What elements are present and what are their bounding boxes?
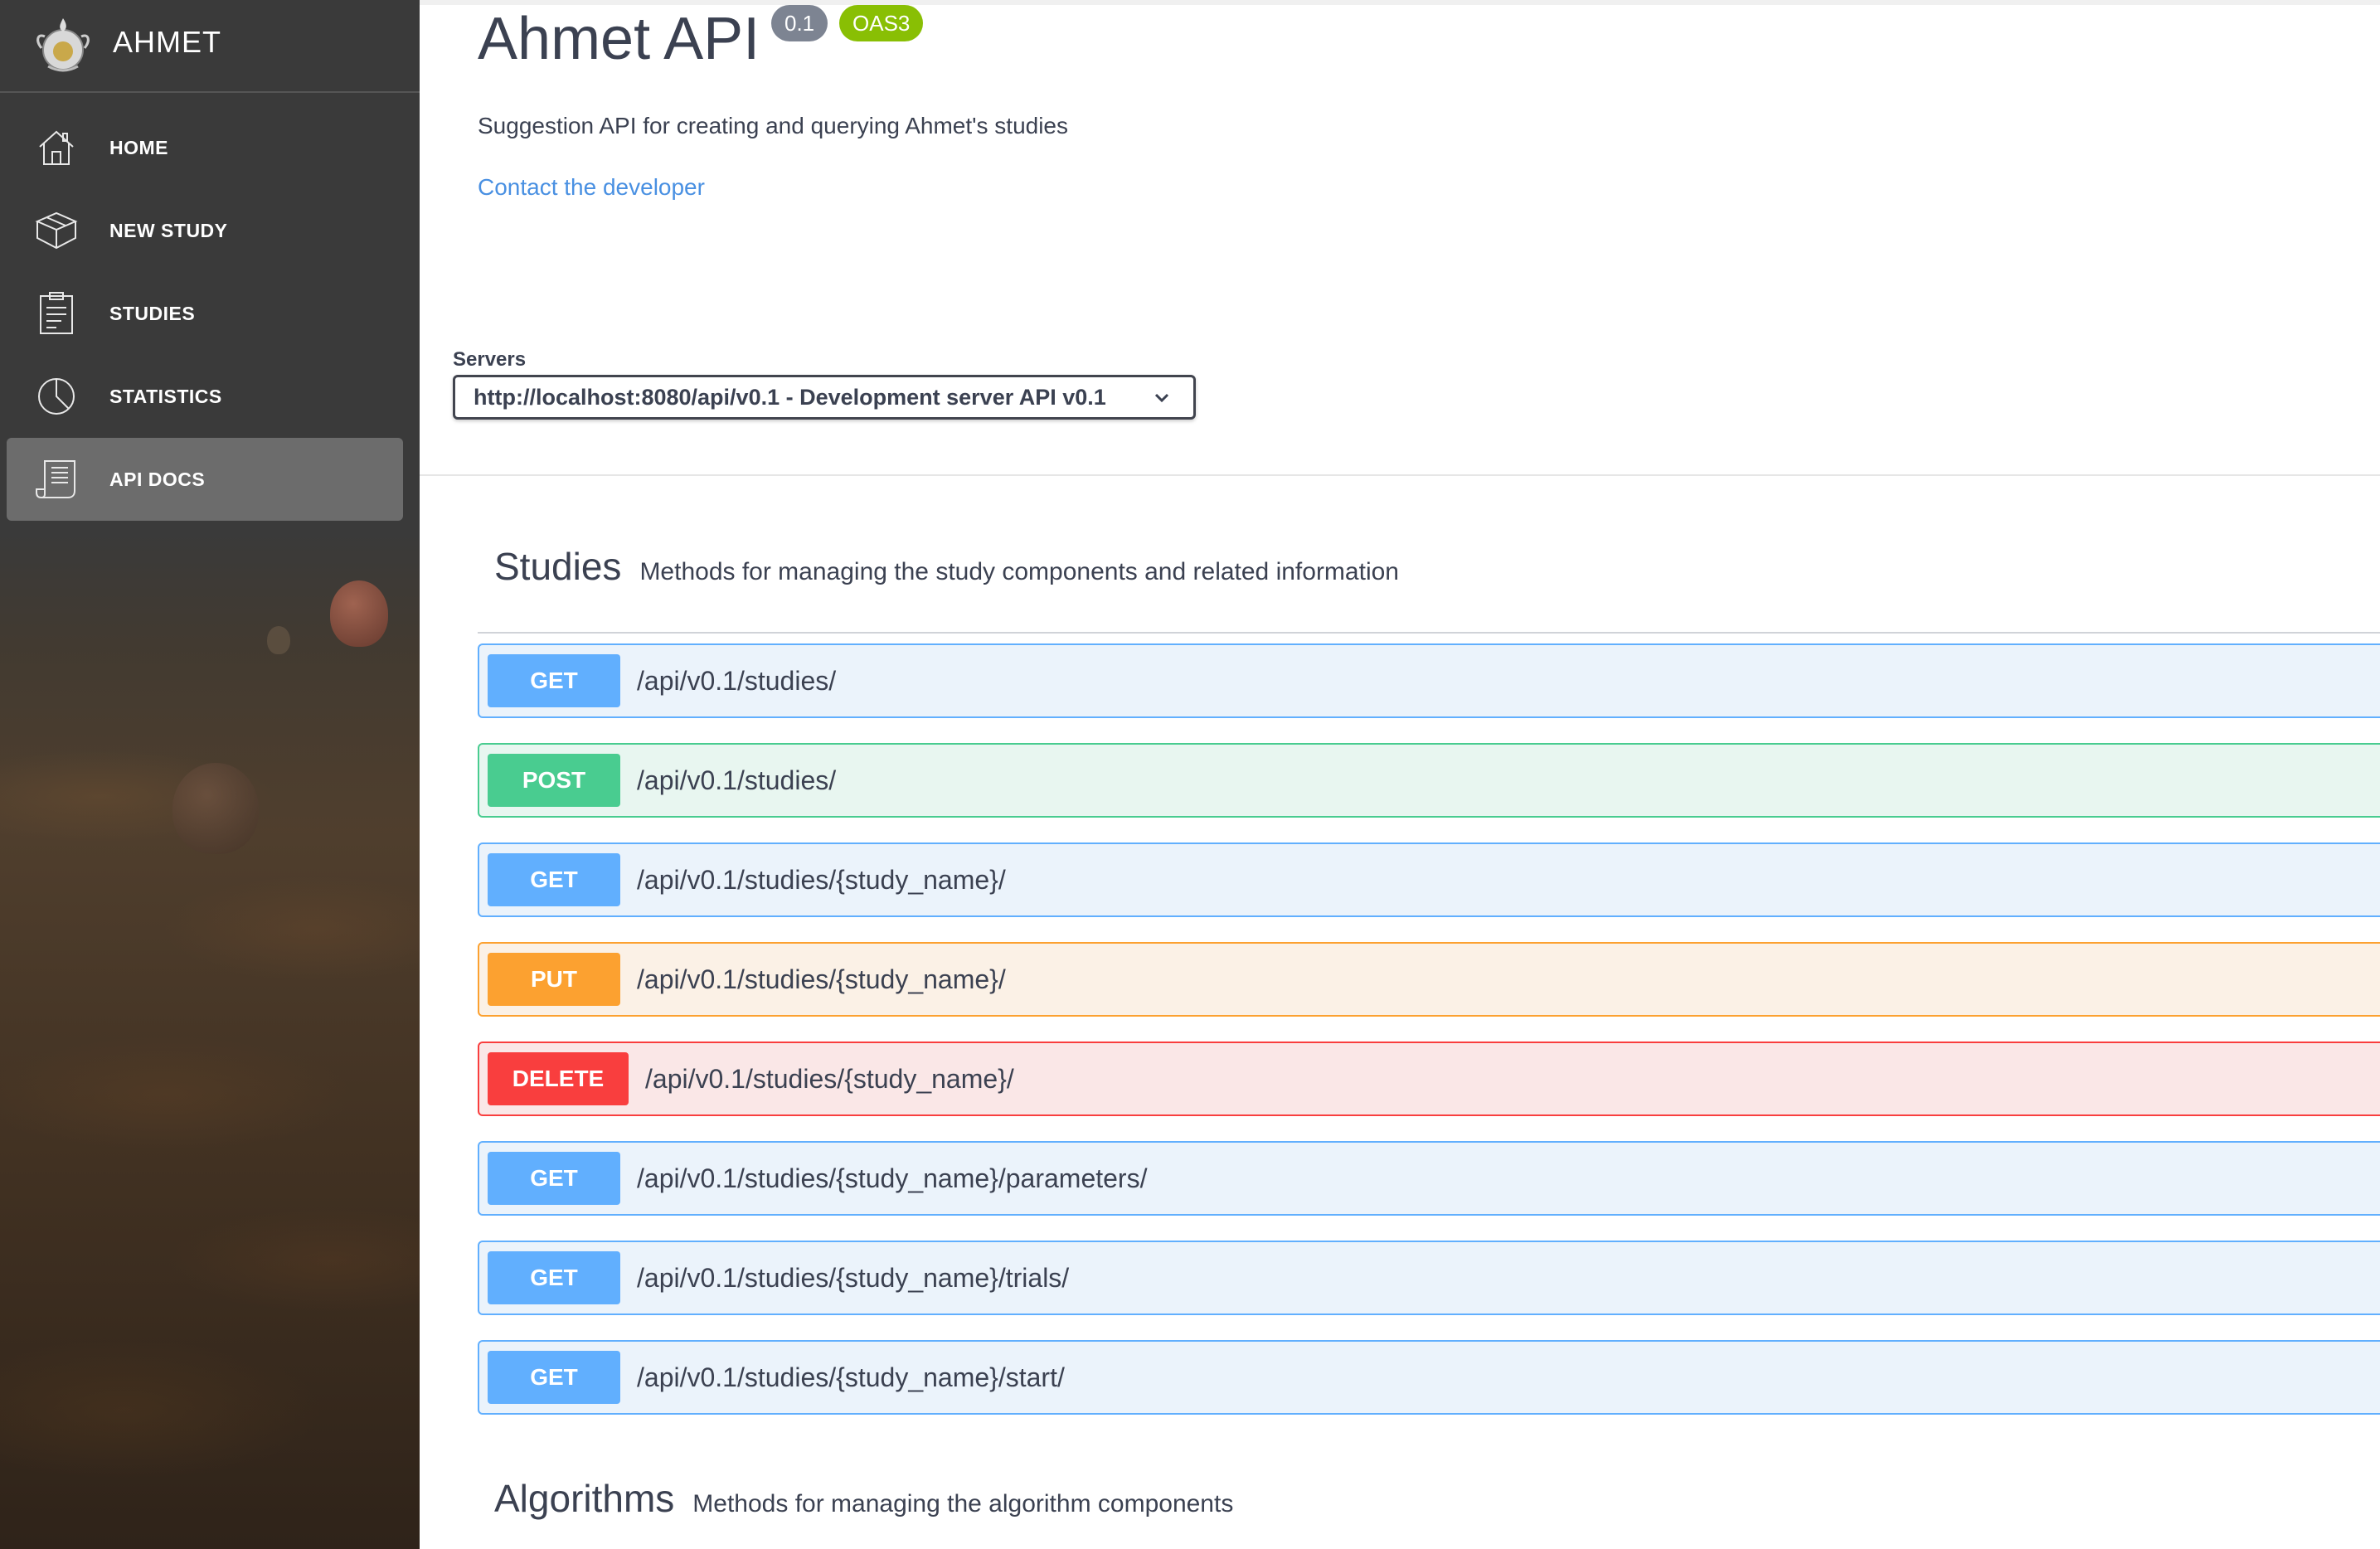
operation-row[interactable]: GET /api/v0.1/studies/{study_name}/ — [478, 842, 2380, 917]
balloon-image — [330, 580, 388, 647]
sidebar-item-label: STUDIES — [109, 302, 196, 324]
section-header-algorithms[interactable]: Algorithms Methods for managing the algo… — [494, 1476, 1233, 1521]
clipboard-icon — [33, 290, 80, 337]
box-icon — [33, 207, 80, 254]
operation-path: /api/v0.1/studies/{study_name}/trials/ — [637, 1262, 1070, 1293]
sidebar-item-studies[interactable]: STUDIES — [7, 272, 403, 355]
sidebar-item-statistics[interactable]: STATISTICS — [7, 355, 403, 438]
operation-path: /api/v0.1/studies/{study_name}/start/ — [637, 1362, 1065, 1392]
method-badge: GET — [488, 654, 620, 707]
operation-row[interactable]: GET /api/v0.1/studies/ — [478, 643, 2380, 718]
operation-row[interactable]: DELETE /api/v0.1/studies/{study_name}/ — [478, 1042, 2380, 1116]
sidebar-nav: HOME NEW STUDY STUDIES STATISTICS API DO… — [0, 106, 420, 521]
contact-link[interactable]: Contact the developer — [478, 174, 705, 201]
method-badge: POST — [488, 754, 620, 807]
balloon-image — [172, 763, 259, 854]
servers-select[interactable]: http://localhost:8080/api/v0.1 - Develop… — [453, 375, 1196, 420]
operation-row[interactable]: GET /api/v0.1/studies/{study_name}/start… — [478, 1340, 2380, 1415]
sidebar-item-label: NEW STUDY — [109, 219, 228, 241]
operation-row[interactable]: POST /api/v0.1/studies/ — [478, 743, 2380, 818]
section-description: Methods for managing the study component… — [639, 558, 1399, 585]
divider — [420, 474, 2380, 476]
operation-row[interactable]: GET /api/v0.1/studies/{study_name}/param… — [478, 1141, 2380, 1216]
brand[interactable]: AHMET — [0, 0, 420, 93]
method-badge: DELETE — [488, 1052, 629, 1105]
document-icon — [33, 456, 80, 503]
chevron-down-icon — [1154, 393, 1169, 403]
sidebar-background-image — [0, 580, 420, 1549]
operation-path: /api/v0.1/studies/{study_name}/ — [637, 864, 1006, 895]
operation-row[interactable]: GET /api/v0.1/studies/{study_name}/trial… — [478, 1241, 2380, 1315]
home-icon — [33, 124, 80, 171]
api-description: Suggestion API for creating and querying… — [478, 113, 1069, 138]
method-badge: PUT — [488, 953, 620, 1006]
operation-path: /api/v0.1/studies/{study_name}/ — [637, 964, 1006, 994]
pie-chart-icon — [33, 373, 80, 420]
method-badge: GET — [488, 1351, 620, 1404]
operation-path: /api/v0.1/studies/{study_name}/ — [645, 1063, 1014, 1094]
section-description: Methods for managing the algorithm compo… — [692, 1490, 1234, 1517]
oas-badge: OAS3 — [839, 5, 924, 41]
main-content: Ahmet API 0.1 OAS3 Suggestion API for cr… — [420, 0, 2380, 1549]
section-header-studies[interactable]: Studies Methods for managing the study c… — [494, 544, 1399, 589]
operation-path: /api/v0.1/studies/ — [637, 665, 837, 696]
operation-path: /api/v0.1/studies/ — [637, 765, 837, 795]
method-badge: GET — [488, 853, 620, 906]
sidebar-item-label: STATISTICS — [109, 385, 222, 407]
servers-label: Servers — [453, 348, 527, 371]
sidebar: AHMET HOME NEW STUDY STUDIES STATISTICS … — [0, 0, 420, 1549]
sidebar-item-api-docs[interactable]: API DOCS — [7, 438, 403, 521]
servers-selected-value: http://localhost:8080/api/v0.1 - Develop… — [474, 384, 1106, 410]
page-title: Ahmet API — [478, 6, 760, 72]
sidebar-item-new-study[interactable]: NEW STUDY — [7, 189, 403, 272]
section-divider — [478, 632, 2380, 634]
section-title: Algorithms — [494, 1477, 675, 1520]
balloon-image — [267, 626, 290, 654]
logo-icon — [36, 18, 90, 72]
sidebar-item-label: API DOCS — [109, 468, 206, 490]
operation-row[interactable]: PUT /api/v0.1/studies/{study_name}/ — [478, 942, 2380, 1017]
operation-path: /api/v0.1/studies/{study_name}/parameter… — [637, 1163, 1148, 1193]
method-badge: GET — [488, 1152, 620, 1205]
sidebar-item-home[interactable]: HOME — [7, 106, 403, 189]
method-badge: GET — [488, 1251, 620, 1304]
section-title: Studies — [494, 545, 622, 588]
sidebar-item-label: HOME — [109, 136, 168, 158]
version-badge: 0.1 — [771, 5, 828, 41]
brand-name: AHMET — [113, 25, 221, 59]
